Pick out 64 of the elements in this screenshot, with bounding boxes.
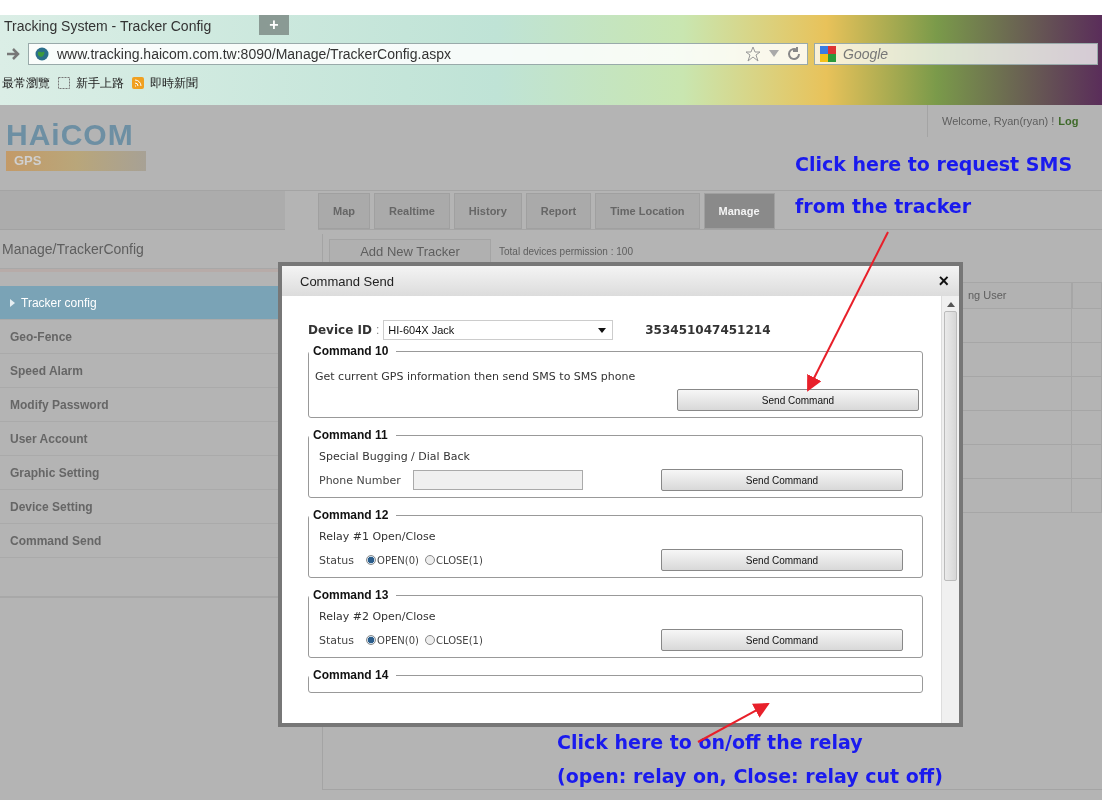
command-title: Command 14 bbox=[312, 668, 390, 682]
radio-label: OPEN(0) bbox=[377, 634, 419, 646]
device-select[interactable]: HI-604X Jack bbox=[383, 320, 614, 340]
bookmark-link[interactable]: 即時新聞 bbox=[132, 74, 198, 92]
command-title: Command 13 bbox=[312, 588, 390, 602]
radio-button[interactable] bbox=[366, 635, 377, 645]
command-title: Command 10 bbox=[312, 344, 390, 358]
command-description: Special Bugging / Dial Back bbox=[318, 449, 471, 463]
radio-label: CLOSE(1) bbox=[435, 634, 483, 646]
device-label: Device ID bbox=[308, 323, 372, 337]
scrollbar[interactable] bbox=[941, 296, 959, 723]
send-command-button[interactable]: Send Command bbox=[677, 389, 919, 411]
command-title: Command 11 bbox=[312, 428, 389, 442]
nav-tab[interactable]: Report bbox=[525, 193, 592, 229]
logout-link[interactable]: Log bbox=[1058, 115, 1079, 127]
logo: HAiCOM GPS bbox=[6, 119, 146, 175]
radio-button[interactable] bbox=[366, 555, 377, 565]
annotation-text: Click here to request SMS bbox=[795, 153, 1073, 175]
bookmark-link[interactable]: 新手上路 bbox=[58, 74, 124, 92]
url-text: www.tracking.haicom.com.tw:8090/Manage/TrackerConfig.aspx bbox=[57, 46, 452, 62]
welcome-text: Welcome, Ryan(ryan) ! Log bbox=[927, 105, 1102, 137]
device-number: 353451047451214 bbox=[645, 323, 771, 337]
send-command-button[interactable]: Send Command bbox=[661, 549, 903, 571]
feed-icon bbox=[132, 77, 144, 89]
add-tracker-button[interactable]: Add New Tracker bbox=[329, 239, 491, 263]
dialog-title: Command Send bbox=[300, 273, 394, 289]
command-title: Command 12 bbox=[312, 508, 390, 522]
scroll-up-icon bbox=[946, 302, 955, 307]
field-label: Status bbox=[319, 553, 355, 567]
phone-number-input[interactable] bbox=[412, 470, 583, 490]
command-description: Get current GPS information then send SMS to SMS phone bbox=[315, 369, 637, 383]
globe-icon bbox=[35, 47, 49, 61]
nav-tab[interactable]: Map bbox=[318, 193, 370, 229]
annotation-text: from the tracker bbox=[795, 195, 973, 217]
star-icon[interactable] bbox=[745, 46, 761, 62]
send-command-button[interactable]: Send Command bbox=[661, 629, 903, 651]
permission-text: Total devices permission : 100 bbox=[499, 245, 633, 257]
new-tab-button[interactable]: + bbox=[259, 15, 289, 35]
bookmark-link[interactable]: 最常瀏覽 bbox=[2, 74, 50, 92]
caret-icon bbox=[598, 327, 607, 333]
reload-icon[interactable] bbox=[787, 47, 801, 61]
browser-tab[interactable]: Tracking System - Tracker Config bbox=[0, 17, 259, 35]
radio-label: CLOSE(1) bbox=[435, 554, 483, 566]
nav-tab[interactable]: History bbox=[453, 193, 522, 229]
folder-icon bbox=[58, 77, 70, 89]
radio-button[interactable] bbox=[424, 555, 435, 565]
nav-tab[interactable]: Time Location bbox=[595, 193, 700, 229]
dropdown-icon[interactable] bbox=[769, 50, 779, 58]
address-bar[interactable]: www.tracking.haicom.com.tw:8090/Manage/TrackerConfig.aspx bbox=[28, 43, 808, 65]
nav-tab[interactable]: Realtime bbox=[374, 193, 450, 229]
send-command-button[interactable]: Send Command bbox=[661, 469, 903, 491]
annotation-text: Click here to on/off the relay bbox=[557, 731, 864, 753]
field-label: Phone Number bbox=[319, 473, 401, 487]
radio-button[interactable] bbox=[424, 635, 435, 645]
separator-text: : bbox=[375, 323, 380, 337]
field-label: Status bbox=[319, 633, 355, 647]
radio-label: OPEN(0) bbox=[377, 554, 419, 566]
arrow-icon bbox=[10, 298, 15, 307]
command-description: Relay #2 Open/Close bbox=[318, 609, 437, 623]
nav-tab[interactable]: Manage bbox=[703, 193, 775, 229]
command-description: Relay #1 Open/Close bbox=[318, 529, 437, 543]
search-field[interactable]: Google bbox=[814, 43, 1098, 65]
annotation-text: (open: relay on, Close: relay cut off) bbox=[557, 765, 943, 787]
search-engine-icon bbox=[820, 46, 836, 62]
